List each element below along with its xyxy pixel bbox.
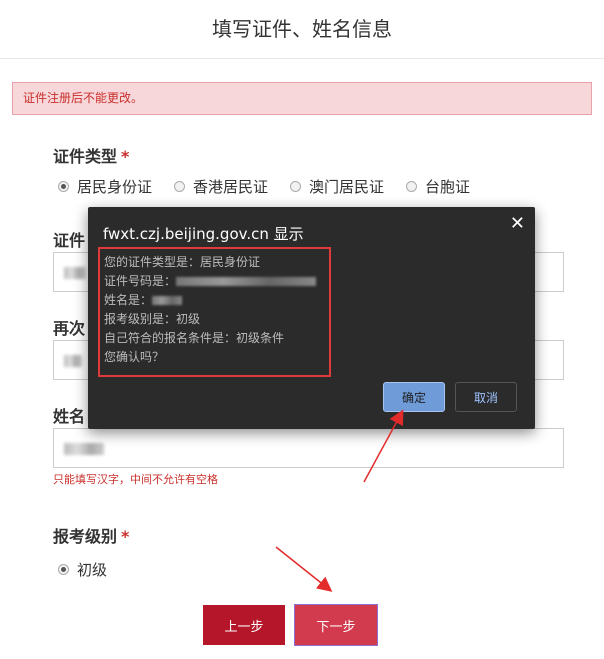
arrow-to-next-icon <box>275 546 333 592</box>
annotation-arrows <box>275 409 404 592</box>
arrow-to-ok-icon <box>363 409 404 483</box>
